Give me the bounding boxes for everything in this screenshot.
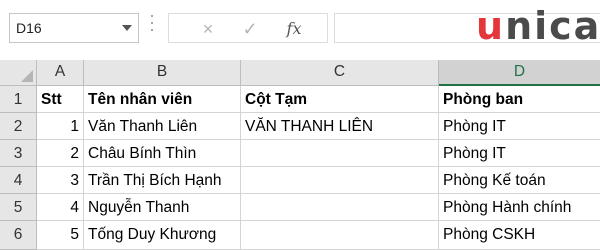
cell-d6[interactable]: Phòng CSKH (439, 221, 600, 250)
row-header-6[interactable]: 6 (0, 221, 37, 250)
column-header-c[interactable]: C (241, 60, 439, 86)
cell-a2[interactable]: 1 (37, 113, 84, 140)
cell-c5[interactable] (241, 194, 439, 221)
column-header-b[interactable]: B (84, 60, 241, 86)
formula-toolbar: D16 × ✓ fx unica (0, 0, 600, 61)
enter-check-icon[interactable]: ✓ (237, 18, 263, 40)
row-header-4[interactable]: 4 (0, 167, 37, 194)
cell-a5[interactable]: 4 (37, 194, 84, 221)
cell-d5[interactable]: Phòng Hành chính (439, 194, 600, 221)
cell-b2[interactable]: Văn Thanh Liên (84, 113, 241, 140)
select-all-corner[interactable] (0, 60, 37, 86)
chevron-down-icon[interactable] (122, 25, 132, 31)
cell-c3[interactable] (241, 140, 439, 167)
cell-b5[interactable]: Nguyễn Thanh (84, 194, 241, 221)
row-header-5[interactable]: 5 (0, 194, 37, 221)
unica-logo: unica (476, 4, 600, 48)
row-header-1[interactable]: 1 (0, 86, 37, 113)
row-header-2[interactable]: 2 (0, 113, 37, 140)
column-header-a[interactable]: A (37, 60, 84, 86)
cell-b1[interactable]: Tên nhân viên (84, 86, 241, 113)
cell-d3[interactable]: Phòng IT (439, 140, 600, 167)
cell-a4[interactable]: 3 (37, 167, 84, 194)
cell-b4[interactable]: Trần Thị Bích Hạnh (84, 167, 241, 194)
cell-a3[interactable]: 2 (37, 140, 84, 167)
cell-b3[interactable]: Châu Bính Thìn (84, 140, 241, 167)
cancel-icon[interactable]: × (195, 18, 221, 40)
row-header-3[interactable]: 3 (0, 140, 37, 167)
name-box-value: D16 (16, 20, 42, 36)
cell-d1[interactable]: Phòng ban (439, 86, 600, 113)
cell-d4[interactable]: Phòng Kế toán (439, 167, 600, 194)
cell-c2[interactable]: VĂN THANH LIÊN (241, 113, 439, 140)
cell-c6[interactable] (241, 221, 439, 250)
cell-b6[interactable]: Tống Duy Khương (84, 221, 241, 250)
name-box[interactable]: D16 (9, 13, 139, 43)
cell-a1[interactable]: Stt (37, 86, 84, 113)
formula-buttons: × ✓ fx (168, 13, 328, 43)
spreadsheet-grid: A B C D 1 Stt Tên nhân viên Cột Tạm Phòn… (0, 60, 600, 250)
cell-a6[interactable]: 5 (37, 221, 84, 250)
cell-c1[interactable]: Cột Tạm (241, 86, 439, 113)
column-header-d[interactable]: D (439, 60, 600, 86)
insert-function-button[interactable]: fx (281, 18, 307, 40)
resize-handle[interactable] (150, 15, 154, 41)
cell-c4[interactable] (241, 167, 439, 194)
cell-d2[interactable]: Phòng IT (439, 113, 600, 140)
